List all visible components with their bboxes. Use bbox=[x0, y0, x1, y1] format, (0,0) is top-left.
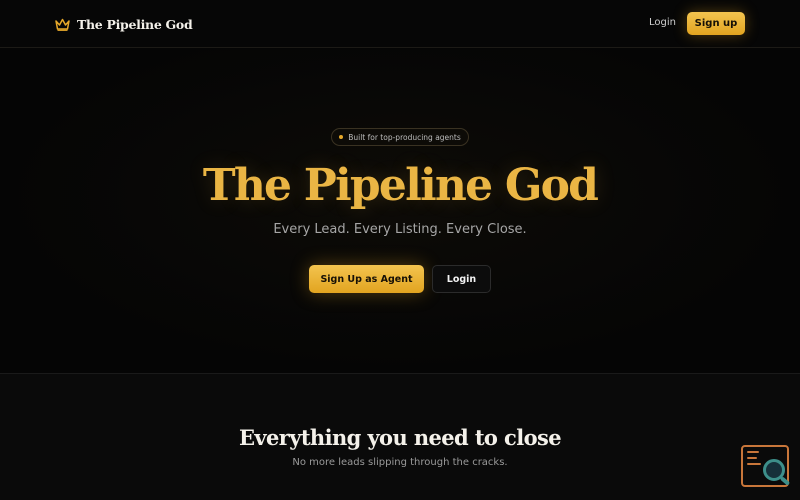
nav-login-link[interactable]: Login bbox=[649, 17, 676, 28]
magnifier-handle bbox=[779, 476, 791, 486]
features-subtitle: No more leads slipping through the crack… bbox=[292, 457, 508, 468]
top-nav: The Pipeline God Login Sign up bbox=[0, 0, 800, 48]
audience-badge: Built for top-producing agents bbox=[331, 128, 469, 146]
badge-text: Built for top-producing agents bbox=[348, 132, 461, 142]
features-title: Everything you need to close bbox=[239, 425, 562, 450]
hero-subtitle: Every Lead. Every Listing. Every Close. bbox=[273, 222, 527, 237]
feedback-widget-button[interactable] bbox=[741, 445, 791, 487]
brand-name: The Pipeline God bbox=[77, 16, 193, 32]
crown-icon bbox=[55, 18, 70, 31]
signup-agent-button[interactable]: Sign Up as Agent bbox=[309, 265, 424, 293]
dot-icon bbox=[339, 135, 344, 139]
brand-logo-link[interactable]: The Pipeline God bbox=[55, 15, 193, 33]
widget-lines-icon bbox=[747, 451, 761, 469]
hero-login-button[interactable]: Login bbox=[432, 265, 491, 293]
hero-title: The Pipeline God bbox=[202, 160, 599, 211]
nav-signup-button[interactable]: Sign up bbox=[687, 12, 745, 35]
